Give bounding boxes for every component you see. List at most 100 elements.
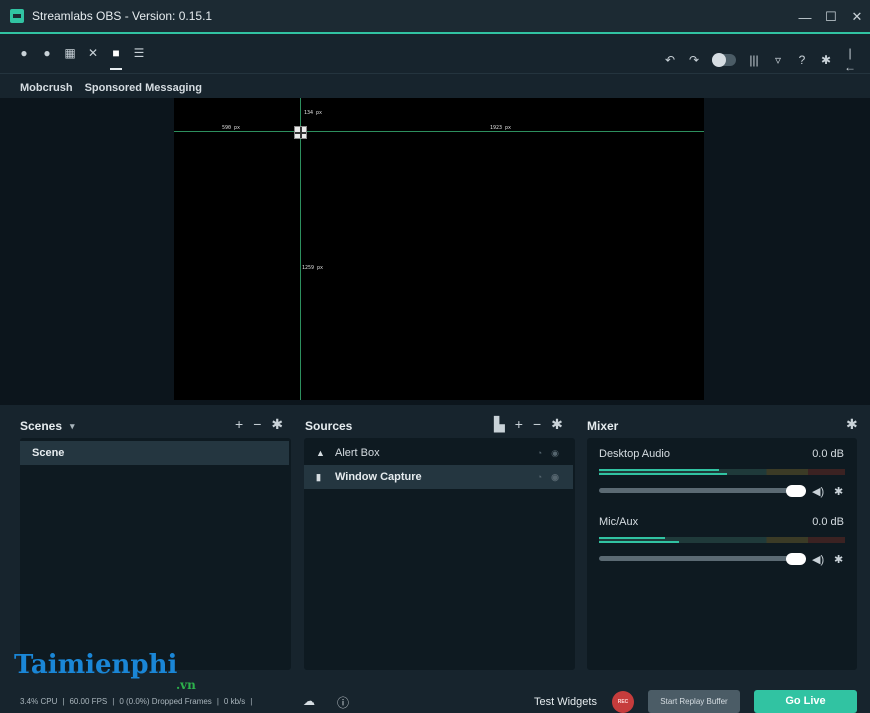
- settings-icon[interactable]: ✱: [820, 53, 832, 67]
- scenes-dropdown-icon[interactable]: ▾: [70, 421, 75, 432]
- stat-divider: |: [62, 697, 65, 706]
- dimension-top: 134 px: [304, 110, 323, 116]
- volume-slider-knob[interactable]: [786, 553, 806, 565]
- undo-icon[interactable]: ↶: [664, 53, 676, 67]
- stream-preview[interactable]: 134 px 590 px 1923 px 1259 px: [174, 98, 704, 400]
- meter-fill: [599, 537, 665, 539]
- close-button[interactable]: ✕: [844, 9, 870, 25]
- help-icon[interactable]: ?: [796, 53, 808, 67]
- record-button[interactable]: REC: [612, 691, 634, 713]
- scene-item[interactable]: Scene: [20, 441, 289, 465]
- mixer-header: Mixer: [587, 418, 618, 434]
- logout-icon[interactable]: |←: [844, 46, 856, 74]
- lock-icon[interactable]: ◔: [537, 441, 542, 465]
- visibility-icon[interactable]: ◉: [551, 465, 559, 489]
- source-label: Window Capture: [335, 471, 422, 483]
- source-controls: ◔ ◉: [537, 465, 559, 489]
- mixer-settings-icon[interactable]: ✱: [846, 416, 858, 433]
- window-controls: — ☐ ✕: [792, 0, 870, 34]
- channel-db: 0.0 dB: [812, 448, 844, 460]
- stat-divider: |: [216, 697, 219, 706]
- studio-mode-toggle[interactable]: [712, 53, 736, 67]
- source-resize-handle[interactable]: [294, 126, 307, 139]
- volume-meter: [599, 537, 845, 543]
- toolbar-right: ↶ ↷ ||| ▿ ? ✱ |←: [664, 46, 856, 74]
- toolbar: ● ● ▦ ✕ ■ ☰ ↶ ↷ ||| ▿ ? ✱ |←: [0, 36, 870, 74]
- mobcrush-link[interactable]: Mobcrush: [20, 82, 73, 94]
- channel-settings-icon[interactable]: ✱: [834, 485, 843, 498]
- dimension-right: 1923 px: [490, 125, 512, 131]
- start-replay-buffer-button[interactable]: Start Replay Buffer: [648, 690, 740, 713]
- scene-settings-icon[interactable]: ✱: [271, 416, 283, 433]
- title-bar: Streamlabs OBS - Version: 0.15.1 — ☐ ✕: [0, 0, 870, 34]
- scenes-panel: Scene: [20, 438, 291, 670]
- add-scene-icon[interactable]: +: [235, 416, 243, 433]
- sources-header: Sources: [305, 418, 352, 434]
- volume-slider[interactable]: [599, 556, 789, 561]
- dropped-frames-stat: 0 (0.0%) Dropped Frames: [119, 697, 212, 706]
- volume-slider[interactable]: [599, 488, 789, 493]
- sources-controls: ▙ + − ✱: [494, 416, 563, 433]
- remove-scene-icon[interactable]: −: [253, 416, 261, 433]
- shield-icon[interactable]: ▿: [772, 53, 784, 67]
- settings-list-icon[interactable]: ☰: [133, 46, 145, 60]
- mixer-title: Mixer: [587, 419, 619, 433]
- file-icon: ▮: [316, 472, 321, 482]
- mixer-panel: Desktop Audio 0.0 dB ◀) ✱ Mic/Aux 0.0 dB…: [587, 438, 857, 670]
- go-live-button[interactable]: Go Live: [754, 690, 857, 713]
- stat-divider: |: [250, 697, 253, 706]
- themes-icon[interactable]: ●: [18, 46, 30, 60]
- scenes-title: Scenes: [20, 419, 63, 433]
- speaker-icon[interactable]: ◀): [812, 553, 824, 566]
- source-settings-icon[interactable]: ✱: [551, 416, 563, 433]
- meter-fill: [599, 541, 679, 543]
- minimize-button[interactable]: —: [792, 10, 818, 25]
- speaker-icon[interactable]: ◀): [812, 485, 824, 498]
- sponsored-messaging-link[interactable]: Sponsored Messaging: [85, 82, 202, 94]
- message-bar: Mobcrush Sponsored Messaging: [0, 78, 870, 98]
- channel-db: 0.0 dB: [812, 516, 844, 528]
- app-logo-icon: [10, 9, 24, 23]
- meter-fill: [599, 473, 727, 475]
- add-folder-icon[interactable]: ▙: [494, 416, 505, 433]
- meter-fill: [599, 469, 719, 471]
- layout-icon[interactable]: |||: [748, 53, 760, 67]
- volume-meter: [599, 469, 845, 475]
- visibility-icon[interactable]: ◉: [551, 441, 559, 465]
- channel-settings-icon[interactable]: ✱: [834, 553, 843, 566]
- status-footer: 3.4% CPU | 60.00 FPS | 0 (0.0%) Dropped Fr…: [0, 690, 870, 713]
- scenes-header: Scenes ▾: [20, 418, 75, 434]
- cloud-icon[interactable]: ☁: [303, 694, 315, 708]
- source-item[interactable]: ▮ Window Capture ◔ ◉: [304, 465, 573, 489]
- channel-name: Mic/Aux: [599, 516, 639, 528]
- watermark-logo: Taimienphi: [14, 650, 178, 680]
- mixer-controls: ✱: [846, 416, 858, 433]
- sources-panel: ▲ Alert Box ◔ ◉ ▮ Window Capture ◔ ◉: [304, 438, 575, 670]
- store-icon[interactable]: ▦: [64, 46, 76, 60]
- test-widgets-button[interactable]: Test Widgets: [534, 696, 597, 708]
- stat-divider: |: [112, 697, 115, 706]
- info-icon[interactable]: ⓘ: [337, 694, 349, 711]
- add-source-icon[interactable]: +: [515, 416, 523, 433]
- remove-source-icon[interactable]: −: [533, 416, 541, 433]
- bell-icon: ▲: [316, 448, 325, 458]
- active-tab-indicator: [110, 68, 122, 70]
- cpu-stat: 3.4% CPU: [20, 697, 58, 706]
- tools-icon[interactable]: ✕: [87, 46, 99, 60]
- scenes-controls: + − ✱: [235, 416, 283, 433]
- volume-slider-knob[interactable]: [786, 485, 806, 497]
- dimension-bottom: 1259 px: [302, 265, 324, 271]
- window-title: Streamlabs OBS - Version: 0.15.1: [32, 9, 213, 23]
- redo-icon[interactable]: ↷: [688, 53, 700, 67]
- guide-line-horizontal: [174, 131, 704, 132]
- maximize-button[interactable]: ☐: [818, 9, 844, 25]
- sources-title: Sources: [305, 419, 353, 433]
- source-controls: ◔ ◉: [537, 441, 559, 465]
- lock-icon[interactable]: ◔: [537, 465, 542, 489]
- performance-stats: 3.4% CPU | 60.00 FPS | 0 (0.0%) Dropped Fr…: [20, 697, 252, 706]
- channel-name: Desktop Audio: [599, 448, 670, 460]
- bandwidth-stat: 0 kb/s: [223, 697, 246, 706]
- source-item[interactable]: ▲ Alert Box ◔ ◉: [304, 441, 573, 465]
- chat-icon[interactable]: ●: [41, 46, 53, 60]
- editor-icon[interactable]: ■: [110, 46, 122, 70]
